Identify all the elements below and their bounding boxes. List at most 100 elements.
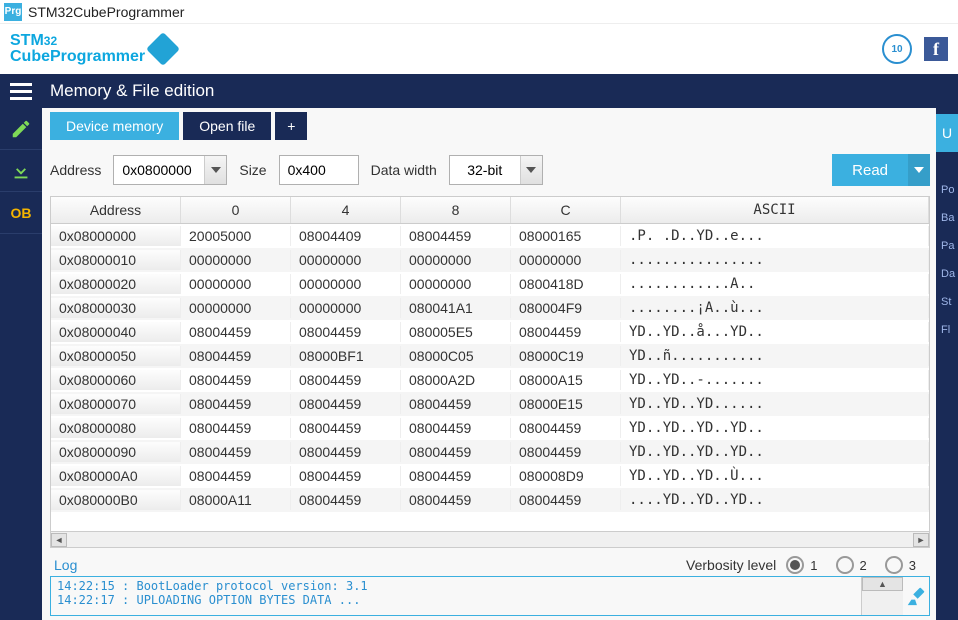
cell-hex[interactable]: 00000000	[401, 250, 511, 270]
edit-button[interactable]	[0, 108, 42, 150]
cell-hex[interactable]: 080008D9	[511, 466, 621, 486]
table-row[interactable]: 0x0800007008004459080044590800445908000E…	[51, 392, 929, 416]
tab-add[interactable]: +	[275, 112, 307, 140]
log-text[interactable]: 14:22:15 : BootLoader protocol version: …	[51, 577, 861, 615]
cell-hex[interactable]: 08000A11	[181, 490, 291, 510]
cell-hex[interactable]: 08004459	[181, 418, 291, 438]
cell-hex[interactable]: 08004459	[181, 442, 291, 462]
chevron-down-icon	[526, 167, 536, 173]
scroll-left-button[interactable]: ◄	[51, 533, 67, 547]
cell-hex[interactable]: 08000165	[511, 226, 621, 246]
cell-hex[interactable]: 08004459	[181, 394, 291, 414]
cell-hex[interactable]: 08004459	[181, 322, 291, 342]
right-panel-tab[interactable]: U	[936, 114, 958, 152]
table-row[interactable]: 0x08000020000000000000000000000000080041…	[51, 272, 929, 296]
scroll-up-button[interactable]: ▲	[862, 577, 903, 591]
datawidth-combo[interactable]	[449, 155, 543, 185]
table-row[interactable]: 0x08000090080044590800445908004459080044…	[51, 440, 929, 464]
cell-hex[interactable]: 08004459	[401, 394, 511, 414]
cell-hex[interactable]: 00000000	[181, 274, 291, 294]
cell-hex[interactable]: 08004459	[181, 466, 291, 486]
cell-hex[interactable]: 08000C05	[401, 346, 511, 366]
cell-hex[interactable]: 08000E15	[511, 394, 621, 414]
tab-device-memory[interactable]: Device memory	[50, 112, 179, 140]
scroll-right-button[interactable]: ►	[913, 533, 929, 547]
cell-hex[interactable]: 0800418D	[511, 274, 621, 294]
cell-hex[interactable]: 080005E5	[401, 322, 511, 342]
col-c[interactable]: C	[511, 197, 621, 223]
read-dropdown-arrow[interactable]	[908, 154, 930, 186]
cell-hex[interactable]: 08004459	[401, 490, 511, 510]
cell-hex[interactable]: 00000000	[291, 274, 401, 294]
cell-address: 0x080000A0	[51, 466, 181, 486]
verbosity-radio-1[interactable]: 1	[786, 556, 817, 574]
datawidth-value[interactable]	[450, 158, 520, 182]
cell-hex[interactable]: 00000000	[511, 250, 621, 270]
cell-hex[interactable]: 08004459	[291, 370, 401, 390]
table-row[interactable]: 0x080000A0080044590800445908004459080008…	[51, 464, 929, 488]
col-address[interactable]: Address	[51, 197, 181, 223]
address-input[interactable]	[114, 158, 204, 182]
tab-open-file[interactable]: Open file	[183, 112, 271, 140]
table-row[interactable]: 0x080000300000000000000000080041A1080004…	[51, 296, 929, 320]
clear-log-button[interactable]	[903, 577, 929, 615]
cell-hex[interactable]: 08004459	[511, 418, 621, 438]
cell-hex[interactable]: 08004459	[291, 490, 401, 510]
cell-hex[interactable]: 20005000	[181, 226, 291, 246]
horizontal-scrollbar[interactable]: ◄ ►	[51, 531, 929, 547]
read-button[interactable]: Read	[832, 154, 930, 186]
table-row[interactable]: 0x080000400800445908004459080005E5080044…	[51, 320, 929, 344]
cell-hex[interactable]: 08000A2D	[401, 370, 511, 390]
table-row[interactable]: 0x080000500800445908000BF108000C0508000C…	[51, 344, 929, 368]
cell-ascii: YD..YD..YD......	[621, 394, 929, 414]
cell-hex[interactable]: 08004459	[511, 322, 621, 342]
radio-label: 3	[909, 558, 916, 573]
table-row[interactable]: 0x08000010000000000000000000000000000000…	[51, 248, 929, 272]
cell-hex[interactable]: 08004459	[291, 466, 401, 486]
cell-hex[interactable]: 08004459	[291, 322, 401, 342]
cell-hex[interactable]: 08004459	[401, 418, 511, 438]
col-ascii[interactable]: ASCII	[621, 197, 929, 223]
col-4[interactable]: 4	[291, 197, 401, 223]
cell-hex[interactable]: 00000000	[181, 298, 291, 318]
download-button[interactable]	[0, 150, 42, 192]
cell-hex[interactable]: 08004459	[401, 466, 511, 486]
main-panel: Device memory Open file + Address Size D…	[42, 108, 936, 620]
cell-hex[interactable]: 08004459	[181, 346, 291, 366]
cell-hex[interactable]: 08004459	[291, 442, 401, 462]
cell-hex[interactable]: 08004459	[181, 370, 291, 390]
facebook-icon[interactable]: f	[924, 37, 948, 61]
cell-hex[interactable]: 00000000	[181, 250, 291, 270]
cell-hex[interactable]: 08000A15	[511, 370, 621, 390]
cell-hex[interactable]: 08004459	[401, 226, 511, 246]
address-combo[interactable]	[113, 155, 227, 185]
size-input[interactable]	[279, 155, 359, 185]
cell-hex[interactable]: 08004459	[291, 394, 401, 414]
grid-body[interactable]: 0x08000000200050000800440908004459080001…	[51, 224, 929, 531]
table-row[interactable]: 0x08000000200050000800440908004459080001…	[51, 224, 929, 248]
option-bytes-button[interactable]: OB	[0, 192, 42, 234]
hamburger-icon[interactable]	[0, 74, 42, 108]
cell-hex[interactable]: 00000000	[401, 274, 511, 294]
table-row[interactable]: 0x080000B008000A110800445908004459080044…	[51, 488, 929, 512]
cell-hex[interactable]: 08004409	[291, 226, 401, 246]
cell-hex[interactable]: 08004459	[511, 442, 621, 462]
cell-hex[interactable]: 08000C19	[511, 346, 621, 366]
datawidth-dropdown-arrow[interactable]	[520, 156, 542, 184]
table-row[interactable]: 0x08000080080044590800445908004459080044…	[51, 416, 929, 440]
cell-hex[interactable]: 08004459	[291, 418, 401, 438]
cell-hex[interactable]: 08000BF1	[291, 346, 401, 366]
verbosity-radio-2[interactable]: 2	[836, 556, 867, 574]
cell-hex[interactable]: 08004459	[401, 442, 511, 462]
verbosity-radio-3[interactable]: 3	[885, 556, 916, 574]
table-row[interactable]: 0x08000060080044590800445908000A2D08000A…	[51, 368, 929, 392]
cell-hex[interactable]: 08004459	[511, 490, 621, 510]
address-dropdown-arrow[interactable]	[204, 156, 226, 184]
log-scrollbar[interactable]: ▲	[861, 577, 903, 615]
cell-hex[interactable]: 080041A1	[401, 298, 511, 318]
col-0[interactable]: 0	[181, 197, 291, 223]
cell-hex[interactable]: 00000000	[291, 298, 401, 318]
cell-hex[interactable]: 00000000	[291, 250, 401, 270]
cell-hex[interactable]: 080004F9	[511, 298, 621, 318]
col-8[interactable]: 8	[401, 197, 511, 223]
